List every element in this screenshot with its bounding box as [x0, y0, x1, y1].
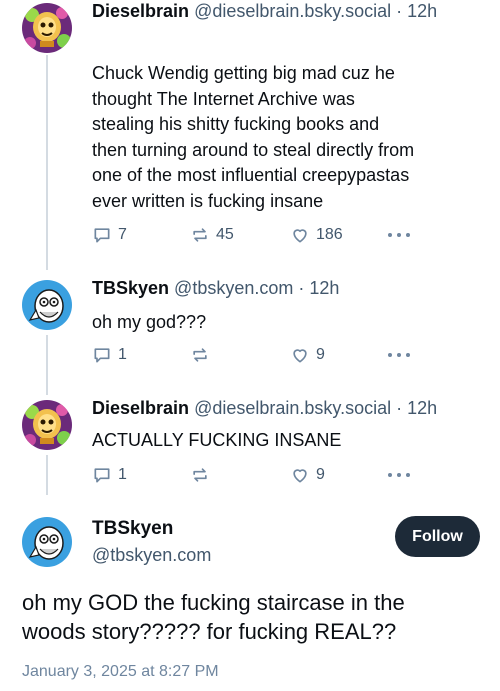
- post-text-line: one of the most influential creepypastas: [92, 165, 410, 185]
- author-name[interactable]: Dieselbrain: [92, 398, 189, 418]
- avatar-tbskyen[interactable]: [22, 280, 72, 330]
- ellipsis-icon: [388, 473, 392, 477]
- heart-icon: [293, 349, 307, 363]
- heart-icon: [293, 469, 307, 483]
- like-count: 9: [316, 466, 325, 483]
- post-text-line: ever written is fucking insane: [92, 190, 324, 211]
- more-options-button[interactable]: [388, 225, 410, 245]
- main-author-handle[interactable]: @tbskyen.com: [92, 545, 211, 566]
- repost-arrows-icon: [193, 348, 207, 362]
- tbskyen-avatar-image: [22, 517, 72, 567]
- main-post-text: oh my GOD the fucking staircase in the w…: [22, 588, 487, 646]
- heart-icon: [293, 229, 307, 243]
- repost-arrows-icon: [193, 228, 207, 242]
- avatar-tbskyen[interactable]: [22, 517, 72, 567]
- main-post-text-line: oh my GOD the fucking staircase in the: [22, 590, 405, 615]
- repost-button[interactable]: 45: [190, 225, 234, 245]
- post-text-line: Chuck Wendig getting big mad cuz he: [92, 63, 395, 83]
- like-button[interactable]: 9: [290, 465, 325, 485]
- post-text-line: then turning around to steal directly fr…: [92, 139, 415, 160]
- author-name[interactable]: TBSkyen: [92, 278, 169, 298]
- author-name[interactable]: Dieselbrain: [92, 1, 189, 21]
- post-text-line: stealing his shitty fucking books and: [92, 114, 380, 134]
- avatar-dieselbrain[interactable]: [22, 400, 72, 450]
- post-text-line: oh my god???: [92, 312, 207, 332]
- post-header: Dieselbrain @dieselbrain.bsky.social · 1…: [92, 1, 437, 22]
- like-button[interactable]: 9: [290, 345, 325, 365]
- reply-button[interactable]: 1: [92, 465, 127, 485]
- like-count: 186: [316, 226, 343, 243]
- author-handle-time[interactable]: @dieselbrain.bsky.social · 12h: [194, 398, 437, 418]
- dieselbrain-avatar-image: [22, 400, 72, 450]
- post-text-line: ACTUALLY FUCKING INSANE: [92, 430, 342, 450]
- avatar-dieselbrain[interactable]: [22, 3, 72, 53]
- speech-bubble-icon: [94, 468, 110, 483]
- main-post-date[interactable]: January 3, 2025 at 8:27 PM: [22, 663, 219, 681]
- post-header: TBSkyen @tbskyen.com · 12h: [92, 278, 339, 299]
- repost-count: 45: [216, 226, 234, 243]
- main-author-name[interactable]: TBSkyen: [92, 518, 173, 540]
- post-text: Chuck Wendig getting big mad cuz he thou…: [92, 61, 487, 214]
- like-count: 9: [316, 346, 325, 363]
- thread-line: [46, 55, 48, 270]
- ellipsis-icon: [388, 353, 392, 357]
- author-handle-time[interactable]: @dieselbrain.bsky.social · 12h: [194, 1, 437, 21]
- like-button[interactable]: 186: [290, 225, 343, 245]
- repost-arrows-icon: [193, 468, 207, 482]
- post-actions: 1 9: [92, 465, 412, 489]
- more-options-button[interactable]: [388, 465, 410, 485]
- thread-line: [46, 335, 48, 395]
- thread-line: [46, 455, 48, 495]
- reply-count: 1: [118, 346, 127, 363]
- repost-button[interactable]: [190, 345, 216, 365]
- reply-button[interactable]: 1: [92, 345, 127, 365]
- author-handle-time[interactable]: @tbskyen.com · 12h: [174, 278, 339, 298]
- ellipsis-icon: [388, 233, 392, 237]
- post-header: Dieselbrain @dieselbrain.bsky.social · 1…: [92, 398, 437, 419]
- post-actions: 1 9: [92, 345, 412, 369]
- reply-count: 7: [118, 226, 127, 243]
- more-options-button[interactable]: [388, 345, 410, 365]
- tbskyen-avatar-image: [22, 280, 72, 330]
- reply-button[interactable]: 7: [92, 225, 127, 245]
- post-actions: 7 45 186: [92, 225, 412, 249]
- post-text: oh my god???: [92, 310, 487, 336]
- follow-button[interactable]: Follow: [395, 516, 480, 557]
- post-text: ACTUALLY FUCKING INSANE: [92, 428, 487, 454]
- speech-bubble-icon: [94, 348, 110, 363]
- post-text-line: thought The Internet Archive was: [92, 88, 355, 109]
- repost-button[interactable]: [190, 465, 216, 485]
- speech-bubble-icon: [94, 228, 110, 243]
- main-post-text-line: woods story????? for fucking REAL??: [22, 619, 397, 644]
- dieselbrain-avatar-image: [22, 3, 72, 53]
- reply-count: 1: [118, 466, 127, 483]
